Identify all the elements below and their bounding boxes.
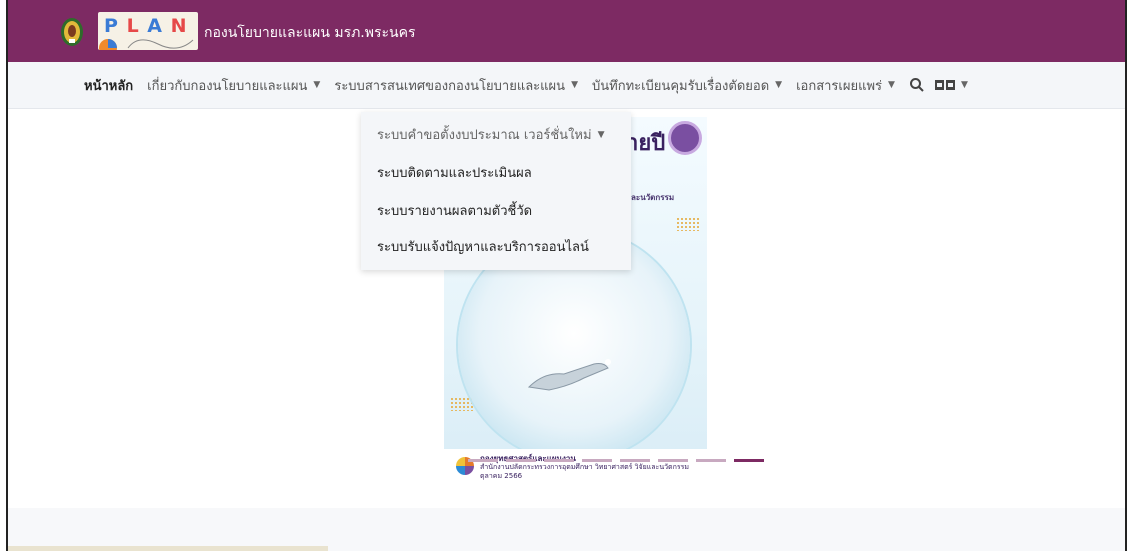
language-switcher[interactable]: ▼	[934, 80, 968, 90]
carousel-indicator[interactable]	[696, 459, 726, 462]
dropdown-item-budget-request[interactable]: ระบบคำขอตั้งงบประมาณ เวอร์ชั่นใหม่ ▼	[377, 124, 604, 145]
nav-item-home[interactable]: หน้าหลัก	[84, 75, 133, 96]
carousel-indicator[interactable]	[544, 459, 574, 462]
nav-label: บันทึกทะเบียนคุมรับเรื่องตัดยอด	[591, 78, 770, 94]
main-navbar: หน้าหลัก เกี่ยวกับกองนโยบายและแผน ▼ ระบบ…	[8, 62, 1125, 109]
carousel-indicator[interactable]	[468, 459, 498, 462]
dropdown-item-kpi-report[interactable]: ระบบรายงานผลตามตัวชี้วัด	[377, 200, 532, 221]
carousel-indicator[interactable]	[620, 459, 650, 462]
header-bar: P L A N กองนโยบายและแผน มรภ.พระนคร	[8, 0, 1125, 62]
carousel-indicator[interactable]	[658, 459, 688, 462]
site-title[interactable]: กองนโยบายและแผน มรภ.พระนคร	[204, 22, 415, 44]
university-seal-icon[interactable]	[60, 17, 84, 47]
dropdown-item-monitoring[interactable]: ระบบติดตามและประเมินผล	[377, 162, 532, 183]
footer-line: สำนักงานปลัดกระทรวงการอุดมศึกษา วิทยาศาส…	[480, 463, 689, 471]
caret-down-icon: ▼	[313, 80, 321, 90]
search-icon[interactable]	[909, 77, 925, 93]
caret-down-icon: ▼	[597, 129, 605, 140]
plan-logo[interactable]: P L A N	[98, 12, 198, 50]
carousel-indicator-active[interactable]	[734, 459, 764, 462]
poster-emblem-icon	[668, 121, 702, 155]
caret-down-icon: ▼	[775, 80, 783, 90]
nav-item-information-systems[interactable]: ระบบสารสนเทศของกองนโยบายและแผน ▼	[334, 75, 578, 96]
dropdown-label: ระบบติดตามและประเมินผล	[377, 166, 532, 181]
browser-frame: P L A N กองนโยบายและแผน มรภ.พระนคร หน้าห…	[6, 0, 1127, 551]
nav-item-registry[interactable]: บันทึกทะเบียนคุมรับเรื่องตัดยอด ▼	[592, 75, 782, 96]
bottom-strip	[8, 546, 328, 551]
dropdown-label: ระบบรายงานผลตามตัวชี้วัด	[377, 204, 533, 219]
dropdown-label: ระบบคำขอตั้งงบประมาณ เวอร์ชั่นใหม่	[377, 128, 592, 143]
decorative-dots	[676, 217, 700, 231]
nav-label: เกี่ยวกับกองนโยบายและแผน	[147, 78, 308, 94]
information-systems-dropdown: ระบบคำขอตั้งงบประมาณ เวอร์ชั่นใหม่ ▼ ระบ…	[361, 112, 631, 270]
nav-label: ระบบสารสนเทศของกองนโยบายและแผน	[334, 78, 566, 94]
nav-label: หน้าหลัก	[84, 78, 134, 94]
plan-chart-icon	[99, 39, 194, 50]
poster-title: ายปี	[626, 131, 666, 156]
dropdown-item-online-service[interactable]: ระบบรับแจ้งปัญหาและบริการออนไลน์	[377, 236, 589, 257]
nav-label: เอกสารเผยแพร่	[796, 78, 883, 94]
caret-down-icon: ▼	[960, 80, 968, 90]
carousel-indicators	[468, 459, 772, 462]
caret-down-icon: ▼	[571, 80, 578, 90]
footer-date: ตุลาคม 2566	[480, 472, 523, 480]
robot-hand-graphic	[527, 359, 611, 391]
nav-item-about[interactable]: เกี่ยวกับกองนโยบายและแผน ▼	[147, 75, 320, 96]
nav-item-publications[interactable]: เอกสารเผยแพร่ ▼	[796, 75, 895, 96]
poster-footer: กองยุทธศาสตร์และแผนงาน สำนักงานปลัดกระทร…	[444, 449, 707, 487]
nav-menu: หน้าหลัก เกี่ยวกับกองนโยบายและแผน ▼ ระบบ…	[8, 62, 1125, 108]
content-footer-band	[8, 508, 1125, 551]
carousel-indicator[interactable]	[506, 459, 536, 462]
dropdown-label: ระบบรับแจ้งปัญหาและบริการออนไลน์	[377, 240, 589, 255]
language-flag-icon	[934, 80, 955, 90]
caret-down-icon: ▼	[888, 80, 895, 90]
carousel-indicator[interactable]	[582, 459, 612, 462]
